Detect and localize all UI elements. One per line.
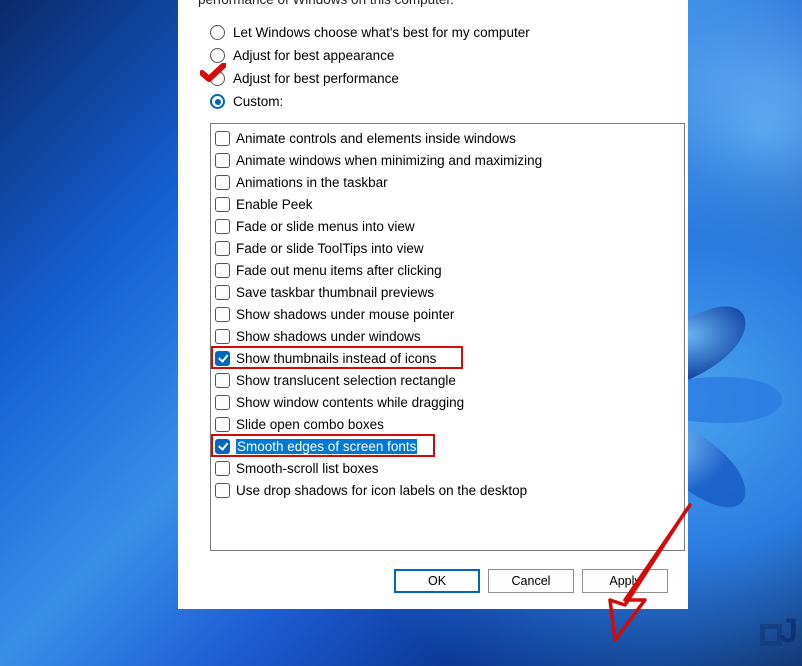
ok-button[interactable]: OK <box>394 569 480 593</box>
option-fade-out-menu[interactable]: Fade out menu items after clicking <box>213 259 682 281</box>
checkbox-icon <box>215 395 230 410</box>
option-fade-slide-menus[interactable]: Fade or slide menus into view <box>213 215 682 237</box>
radio-icon <box>210 25 225 40</box>
radio-label: Custom: <box>233 94 283 109</box>
radio-label: Let Windows choose what's best for my co… <box>233 25 530 40</box>
apply-button[interactable]: Apply <box>582 569 668 593</box>
option-fade-slide-tooltips[interactable]: Fade or slide ToolTips into view <box>213 237 682 259</box>
radio-label: Adjust for best appearance <box>233 48 394 63</box>
option-drop-shadows-desktop[interactable]: Use drop shadows for icon labels on the … <box>213 479 682 501</box>
intro-text-truncated: performance of Windows on this computer. <box>198 0 670 7</box>
checkbox-icon <box>215 373 230 388</box>
option-shadows-windows[interactable]: Show shadows under windows <box>213 325 682 347</box>
option-enable-peek[interactable]: Enable Peek <box>213 193 682 215</box>
option-label: Show translucent selection rectangle <box>236 373 456 388</box>
option-window-contents-dragging[interactable]: Show window contents while dragging <box>213 391 682 413</box>
radio-icon <box>210 71 225 86</box>
option-animate-controls[interactable]: Animate controls and elements inside win… <box>213 127 682 149</box>
checkbox-icon <box>215 329 230 344</box>
checkbox-icon <box>215 263 230 278</box>
checkbox-icon <box>215 351 230 366</box>
option-translucent-selection[interactable]: Show translucent selection rectangle <box>213 369 682 391</box>
radio-let-windows-choose[interactable]: Let Windows choose what's best for my co… <box>210 21 670 44</box>
option-animate-windows[interactable]: Animate windows when minimizing and maxi… <box>213 149 682 171</box>
cancel-button[interactable]: Cancel <box>488 569 574 593</box>
option-label: Smooth-scroll list boxes <box>236 461 379 476</box>
option-slide-combo-boxes[interactable]: Slide open combo boxes <box>213 413 682 435</box>
checkbox-icon <box>215 131 230 146</box>
option-save-taskbar-thumbnails[interactable]: Save taskbar thumbnail previews <box>213 281 682 303</box>
radio-custom[interactable]: Custom: <box>210 90 670 113</box>
option-label: Show shadows under windows <box>236 329 421 344</box>
option-label: Show shadows under mouse pointer <box>236 307 454 322</box>
radio-best-appearance[interactable]: Adjust for best appearance <box>210 44 670 67</box>
option-label: Show window contents while dragging <box>236 395 464 410</box>
option-label: Animate controls and elements inside win… <box>236 131 516 146</box>
visual-effects-radio-group: Let Windows choose what's best for my co… <box>210 21 670 113</box>
option-label: Use drop shadows for icon labels on the … <box>236 483 527 498</box>
option-label: Slide open combo boxes <box>236 417 384 432</box>
performance-options-dialog: performance of Windows on this computer.… <box>178 0 688 609</box>
checkbox-icon <box>215 219 230 234</box>
checkbox-icon <box>215 197 230 212</box>
option-label: Smooth edges of screen fonts <box>236 439 417 454</box>
checkbox-icon <box>215 307 230 322</box>
option-show-thumbnails[interactable]: Show thumbnails instead of icons <box>213 347 682 369</box>
option-label: Fade out menu items after clicking <box>236 263 442 278</box>
checkbox-icon <box>215 285 230 300</box>
option-label: Save taskbar thumbnail previews <box>236 285 434 300</box>
checkbox-icon <box>215 175 230 190</box>
checkbox-icon <box>215 461 230 476</box>
option-animations-taskbar[interactable]: Animations in the taskbar <box>213 171 682 193</box>
radio-label: Adjust for best performance <box>233 71 399 86</box>
checkbox-icon <box>215 439 230 454</box>
radio-best-performance[interactable]: Adjust for best performance <box>210 67 670 90</box>
option-label: Fade or slide menus into view <box>236 219 415 234</box>
option-smooth-scroll[interactable]: Smooth-scroll list boxes <box>213 457 682 479</box>
checkbox-icon <box>215 483 230 498</box>
option-label: Fade or slide ToolTips into view <box>236 241 424 256</box>
radio-icon <box>210 94 225 109</box>
option-label: Enable Peek <box>236 197 313 212</box>
watermark-logo: J <box>760 609 796 648</box>
option-label: Animate windows when minimizing and maxi… <box>236 153 542 168</box>
option-smooth-edges-fonts[interactable]: Smooth edges of screen fonts <box>213 435 682 457</box>
visual-effects-listbox[interactable]: Animate controls and elements inside win… <box>210 123 685 551</box>
dialog-buttons: OK Cancel Apply <box>196 569 668 593</box>
checkbox-icon <box>215 417 230 432</box>
checkbox-icon <box>215 153 230 168</box>
option-label: Animations in the taskbar <box>236 175 388 190</box>
checkbox-icon <box>215 241 230 256</box>
option-shadows-mouse[interactable]: Show shadows under mouse pointer <box>213 303 682 325</box>
radio-icon <box>210 48 225 63</box>
option-label: Show thumbnails instead of icons <box>236 351 436 366</box>
